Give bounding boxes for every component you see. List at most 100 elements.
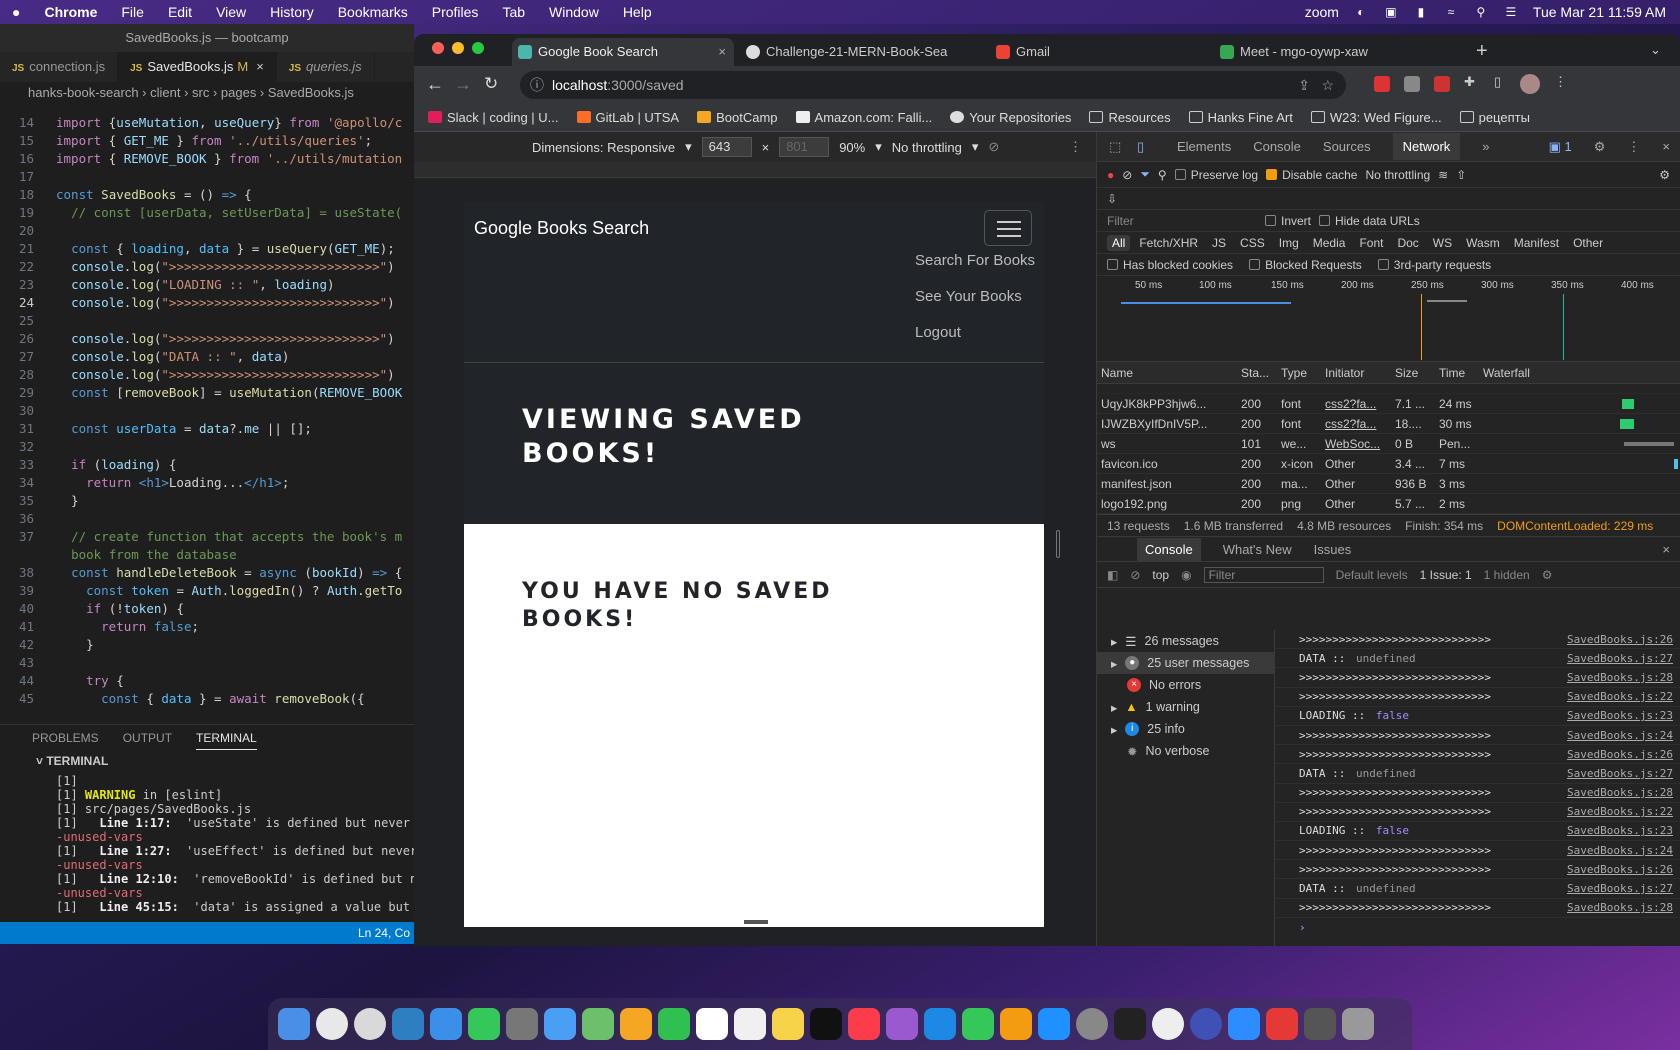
gear-icon[interactable]: ⚙ bbox=[1594, 139, 1606, 155]
levels-select[interactable]: Default levels bbox=[1336, 568, 1408, 582]
console-prompt[interactable]: › bbox=[1275, 918, 1680, 937]
reminders-icon[interactable] bbox=[734, 1008, 766, 1040]
console-source-link[interactable]: SavedBooks.js:24 bbox=[1567, 729, 1680, 742]
col-time[interactable]: Time bbox=[1435, 366, 1479, 380]
more-vert-icon[interactable]: ⋮ bbox=[1554, 74, 1567, 90]
console-source-link[interactable]: SavedBooks.js:27 bbox=[1567, 767, 1680, 780]
table-row[interactable]: logo192.png 200 png Other 5.7 ... 2 ms bbox=[1097, 494, 1680, 514]
minimize-window-button[interactable] bbox=[452, 42, 464, 54]
messages-icon[interactable] bbox=[468, 1008, 500, 1040]
address-bar[interactable]: localhost:3000/saved ⓘ ⇪ ☆ bbox=[520, 71, 1346, 99]
zoom-status[interactable]: zoom bbox=[1305, 4, 1339, 20]
bookmark-repositories[interactable]: Your Repositories bbox=[950, 110, 1071, 125]
code-editor[interactable]: 14 import {useMutation, useQuery} from '@… bbox=[0, 114, 414, 714]
filter-fetch-xhr[interactable]: Fetch/XHR bbox=[1134, 235, 1203, 251]
console-source-link[interactable]: SavedBooks.js:26 bbox=[1567, 633, 1680, 646]
console-message[interactable]: >>>>>>>>>>>>>>>>>>>>>>>>>>>>> SavedBooks.… bbox=[1275, 630, 1680, 650]
menu-history[interactable]: History bbox=[258, 4, 326, 20]
calendar-icon[interactable] bbox=[696, 1008, 728, 1040]
circle-status-icon[interactable]: ◐ bbox=[1353, 5, 1369, 19]
width-input[interactable]: 643 bbox=[701, 137, 752, 157]
facetime-icon[interactable] bbox=[658, 1008, 690, 1040]
console-message[interactable]: DATA :: undefined SavedBooks.js:27 bbox=[1275, 879, 1680, 899]
console-source-link[interactable]: SavedBooks.js:23 bbox=[1567, 824, 1680, 837]
launchpad-icon[interactable] bbox=[506, 1008, 538, 1040]
settings-icon[interactable] bbox=[1076, 1008, 1108, 1040]
sidebar-item-messages[interactable]: ▸ ☰ 26 messages bbox=[1097, 630, 1274, 652]
console-message[interactable]: >>>>>>>>>>>>>>>>>>>>>>>>>>>>> SavedBooks.… bbox=[1275, 688, 1680, 707]
console-source-link[interactable]: SavedBooks.js:27 bbox=[1567, 882, 1680, 895]
blocked-requests-checkbox[interactable]: Blocked Requests bbox=[1249, 258, 1362, 272]
tab-github-challenge[interactable]: Challenge-21-MERN-Book-Sea bbox=[740, 38, 960, 66]
close-window-button[interactable] bbox=[432, 42, 444, 54]
hamburger-menu-button[interactable] bbox=[984, 210, 1032, 246]
avatar[interactable] bbox=[1520, 74, 1540, 94]
col-status[interactable]: Sta... bbox=[1237, 366, 1279, 380]
menu-file[interactable]: File bbox=[109, 4, 156, 20]
hide-data-urls-checkbox[interactable]: Hide data URLs bbox=[1319, 214, 1420, 228]
chrome-icon[interactable] bbox=[316, 1008, 348, 1040]
zoom-select[interactable]: 90% bbox=[839, 140, 865, 155]
share-icon[interactable]: ⇪ bbox=[1298, 71, 1310, 99]
navbar-brand[interactable]: Google Books Search bbox=[474, 218, 649, 239]
download-icon[interactable]: ⇩ bbox=[1107, 192, 1117, 206]
hand-icon[interactable] bbox=[1266, 1008, 1298, 1040]
numbers-icon[interactable] bbox=[962, 1008, 994, 1040]
filter-manifest[interactable]: Manifest bbox=[1509, 235, 1564, 251]
sidebar-item-verbose[interactable]: ✹ No verbose bbox=[1097, 740, 1274, 762]
col-initiator[interactable]: Initiator bbox=[1321, 366, 1391, 380]
search-icon[interactable]: ⚲ bbox=[1473, 5, 1489, 19]
new-tab-button[interactable]: + bbox=[1476, 40, 1488, 63]
tv-icon[interactable] bbox=[810, 1008, 842, 1040]
table-row[interactable]: ws 101 we... WebSoc... 0 B Pen... bbox=[1097, 434, 1680, 454]
apple-icon[interactable]: ● bbox=[0, 4, 32, 20]
mail-icon[interactable] bbox=[544, 1008, 576, 1040]
tab-queries-js[interactable]: JS queries.js bbox=[277, 52, 375, 82]
wifi-icon[interactable]: ≈ bbox=[1443, 5, 1459, 19]
tab-savedbooks-js[interactable]: JS SavedBooks.js M × bbox=[118, 52, 277, 82]
preserve-log-checkbox[interactable]: Preserve log bbox=[1174, 168, 1258, 182]
menu-window[interactable]: Window bbox=[537, 4, 611, 20]
media-query-ruler[interactable] bbox=[414, 162, 1096, 178]
info-icon[interactable]: ⓘ bbox=[530, 71, 544, 99]
zoom-window-button[interactable] bbox=[472, 42, 484, 54]
tab-google-book-search[interactable]: Google Book Search × bbox=[512, 38, 734, 66]
bookmark-slack[interactable]: Slack | coding | U... bbox=[428, 110, 559, 125]
eye-icon[interactable]: ◉ bbox=[1181, 568, 1191, 582]
menubar-clock[interactable]: Tue Mar 21 11:59 AM bbox=[1533, 4, 1666, 20]
sidebar-item-user-messages[interactable]: ▸ ● 25 user messages bbox=[1097, 652, 1274, 674]
console-source-link[interactable]: SavedBooks.js:22 bbox=[1567, 805, 1680, 818]
control-center-icon[interactable]: ☰ bbox=[1503, 5, 1519, 19]
clear-icon[interactable]: ⊘ bbox=[1130, 568, 1140, 582]
extension-icon[interactable] bbox=[1434, 76, 1450, 92]
extension-icon[interactable] bbox=[1374, 76, 1390, 92]
resize-handle[interactable] bbox=[1056, 530, 1060, 558]
tab-terminal[interactable]: TERMINAL bbox=[196, 725, 257, 750]
col-waterfall[interactable]: Waterfall bbox=[1479, 366, 1680, 380]
menu-profiles[interactable]: Profiles bbox=[420, 4, 491, 20]
tab-gmail[interactable]: Gmail bbox=[990, 38, 1150, 66]
filter-media[interactable]: Media bbox=[1308, 235, 1351, 251]
pages-icon[interactable] bbox=[1000, 1008, 1032, 1040]
dimensions-select[interactable]: Dimensions: Responsive bbox=[532, 140, 675, 155]
table-row[interactable]: IJWZBXyIfDnIV5P... 200 font css2?fa... 18...… bbox=[1097, 414, 1680, 434]
col-name[interactable]: Name bbox=[1097, 366, 1237, 380]
tab-output[interactable]: OUTPUT bbox=[123, 725, 172, 750]
filter-ws[interactable]: WS bbox=[1428, 235, 1457, 251]
tab-elements[interactable]: Elements bbox=[1177, 139, 1231, 154]
bookmark-hanks-fine-art[interactable]: Hanks Fine Art bbox=[1188, 110, 1293, 125]
tab-network[interactable]: Network bbox=[1392, 133, 1461, 160]
folder-icon[interactable] bbox=[1304, 1008, 1336, 1040]
invert-checkbox[interactable]: Invert bbox=[1265, 214, 1311, 228]
extension-icon[interactable] bbox=[1404, 76, 1420, 92]
console-message[interactable]: DATA :: undefined SavedBooks.js:27 bbox=[1275, 764, 1680, 784]
third-party-checkbox[interactable]: 3rd-party requests bbox=[1377, 258, 1491, 272]
console-source-link[interactable]: SavedBooks.js:26 bbox=[1567, 863, 1680, 876]
rotate-icon[interactable]: ⊘ bbox=[988, 139, 999, 155]
drawer-tab-console[interactable]: Console bbox=[1137, 537, 1201, 561]
console-message[interactable]: DATA :: undefined SavedBooks.js:27 bbox=[1275, 649, 1680, 669]
reload-icon[interactable]: ↻ bbox=[484, 74, 498, 94]
podcasts-icon[interactable] bbox=[886, 1008, 918, 1040]
console-source-link[interactable]: SavedBooks.js:28 bbox=[1567, 671, 1680, 684]
sidebar-item-warnings[interactable]: ▸ ▲ 1 warning bbox=[1097, 696, 1274, 718]
